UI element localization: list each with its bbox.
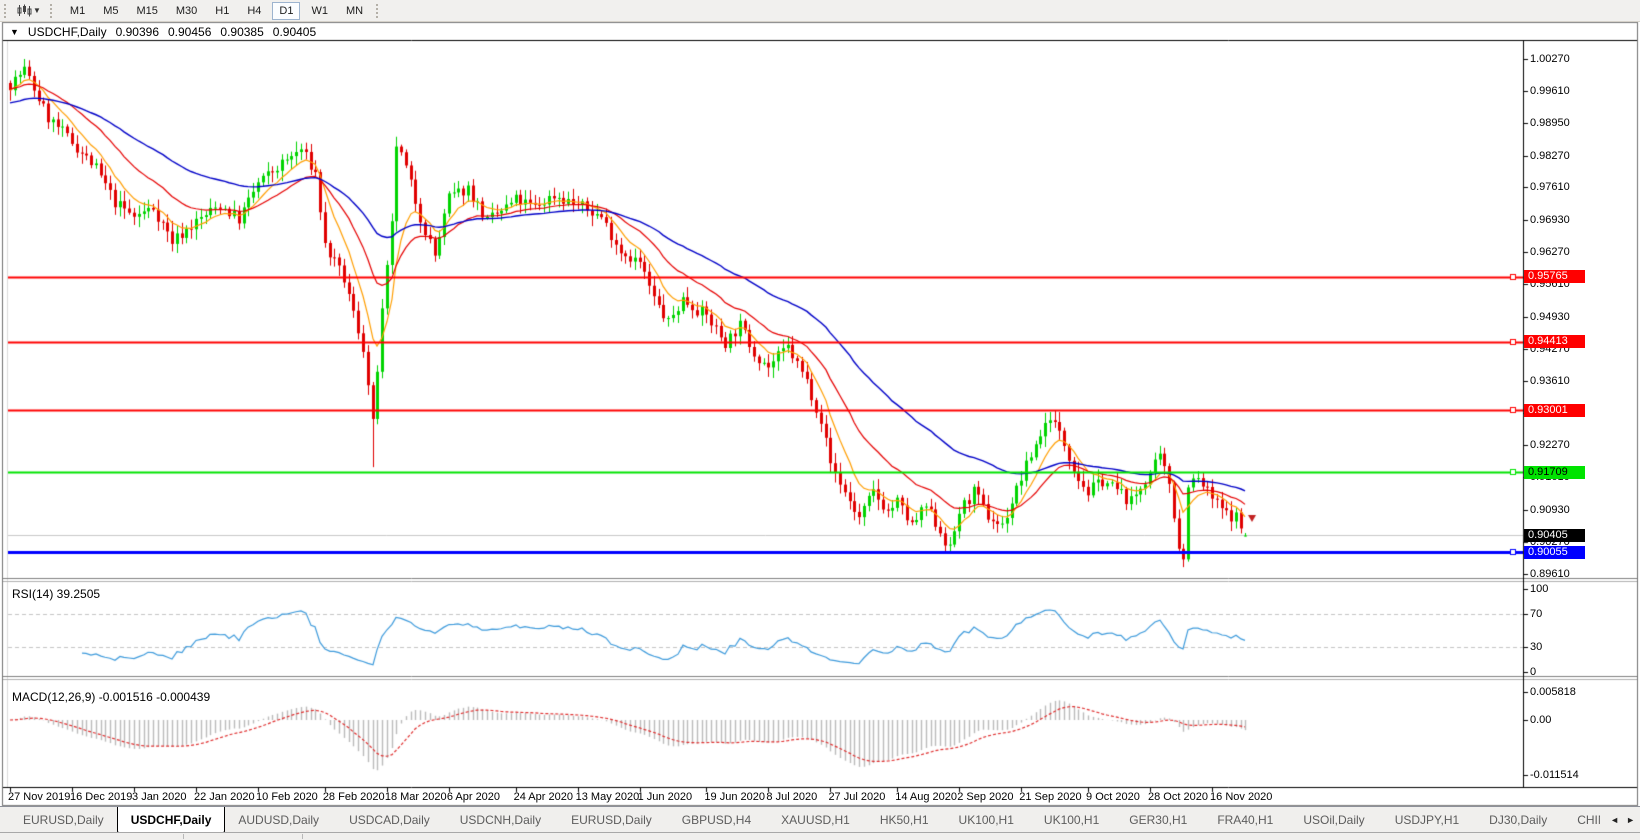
date-label: 19 Jun 2020 [704,791,765,803]
price-tick-label: 0.93610 [1530,375,1570,387]
macd-indicator-label: MACD(12,26,9) -0.001516 -0.000439 [12,690,210,704]
date-label: 2 Sep 2020 [957,791,1013,803]
date-label: 9 Oct 2020 [1086,791,1140,803]
timeframe-button-m15[interactable]: M15 [129,2,164,20]
price-tick-label: 0.94930 [1530,311,1570,323]
chart-tab-fra40-h1[interactable]: FRA40,H1 [1204,807,1286,833]
date-label: 10 Feb 2020 [256,791,318,803]
candlestick-chart-icon [17,4,32,17]
timeframe-button-m30[interactable]: M30 [169,2,204,20]
ohlc-close: 0.90405 [273,25,316,39]
ohlc-open: 0.90396 [116,25,159,39]
chart-tab-dj30-daily[interactable]: DJ30,Daily [1476,807,1560,833]
hline-price-badge: 0.90055 [1524,546,1585,559]
date-label: 24 Apr 2020 [514,791,573,803]
hline-price-badge: 0.93001 [1524,404,1585,417]
chevron-down-icon: ▼ [33,6,41,15]
date-label: 28 Feb 2020 [323,791,385,803]
timeframe-toolbar: ▼ M1 M5 M15 M30 H1 H4 D1 W1 MN [0,0,1640,22]
date-label: 8 Jul 2020 [766,791,817,803]
current-price-badge: 0.90405 [1524,529,1585,542]
rsi-scale-label: 70 [1530,608,1542,620]
hline-price-badge: 0.95765 [1524,270,1585,283]
price-tick-label: 0.96270 [1530,246,1570,258]
price-tick-label: 0.97610 [1530,181,1570,193]
chart-tab-usoil-daily[interactable]: USOil,Daily [1290,807,1377,833]
chart-title: ▼ USDCHF,Daily 0.90396 0.90456 0.90385 0… [10,25,316,39]
chart-tab-uk100-h1[interactable]: UK100,H1 [946,807,1027,833]
date-label: 18 Mar 2020 [385,791,447,803]
symbol-dropdown-caret[interactable]: ▼ [10,27,19,37]
timeframe-button-m1[interactable]: M1 [63,2,92,20]
price-tick-label: 0.92270 [1530,439,1570,451]
date-label: 27 Jul 2020 [828,791,885,803]
date-label: 1 Jun 2020 [638,791,692,803]
timeframe-button-mn[interactable]: MN [339,2,370,20]
chart-tab-china300-h1[interactable]: CHINA300,H1 [1564,807,1600,833]
ohlc-low: 0.90385 [220,25,263,39]
price-tick-label: 0.96930 [1530,214,1570,226]
symbol-tab-bar: EURUSD,DailyUSDCHF,DailyAUDUSD,DailyUSDC… [0,806,1640,833]
chart-tab-xauusd-h1[interactable]: XAUUSD,H1 [768,807,863,833]
date-label: 16 Dec 2019 [70,791,132,803]
chart-tab-eurusd-daily[interactable]: EURUSD,Daily [10,807,117,833]
price-tick-label: 1.00270 [1530,53,1570,65]
date-label: 6 Apr 2020 [447,791,500,803]
chart-tab-usdchf-daily[interactable]: USDCHF,Daily [117,807,226,833]
rsi-scale-label: 0 [1530,666,1536,678]
tabs-scroll-right-icon[interactable]: ► [1626,815,1635,825]
date-label: 3 Jan 2020 [132,791,186,803]
rsi-scale-label: 30 [1530,641,1542,653]
status-bar-divider [183,834,184,839]
chart-symbol-label: USDCHF,Daily [28,25,107,39]
chart-tab-gbpusd-h4[interactable]: GBPUSD,H4 [669,807,764,833]
date-label: 14 Aug 2020 [895,791,957,803]
date-label: 27 Nov 2019 [8,791,70,803]
price-tick-label: 0.98270 [1530,150,1570,162]
chart-tab-hk50-h1[interactable]: HK50,H1 [867,807,942,833]
rsi-scale-label: 100 [1530,583,1548,595]
ohlc-high: 0.90456 [168,25,211,39]
hline-price-badge: 0.94413 [1524,335,1585,348]
macd-scale-label: 0.005818 [1530,686,1576,698]
date-label: 28 Oct 2020 [1148,791,1208,803]
chart-canvas[interactable] [0,0,1640,839]
timeframe-button-h4[interactable]: H4 [240,2,268,20]
timeframe-button-d1[interactable]: D1 [272,2,300,20]
hline-price-badge: 0.91709 [1524,466,1585,479]
rsi-indicator-label: RSI(14) 39.2505 [12,587,100,601]
price-tick-label: 0.89610 [1530,568,1570,580]
toolbar-grip[interactable] [376,4,382,18]
tabs-scroll-left-icon[interactable]: ◄ [1610,815,1619,825]
timeframe-button-w1[interactable]: W1 [304,2,335,20]
price-tick-label: 0.90930 [1530,504,1570,516]
price-tick-label: 0.98950 [1530,117,1570,129]
price-tick-label: 0.99610 [1530,85,1570,97]
chart-tab-uk100-h1[interactable]: UK100,H1 [1031,807,1112,833]
status-bar-divider [302,834,303,839]
toolbar-grip[interactable] [50,4,56,18]
date-label: 21 Sep 2020 [1019,791,1081,803]
chart-tab-eurusd-daily[interactable]: EURUSD,Daily [558,807,665,833]
chart-tab-usdcnh-daily[interactable]: USDCNH,Daily [447,807,554,833]
toolbar-grip[interactable] [4,4,10,18]
timeframe-button-h1[interactable]: H1 [208,2,236,20]
chart-tab-usdjpy-h1[interactable]: USDJPY,H1 [1382,807,1472,833]
chart-tab-ger30-h1[interactable]: GER30,H1 [1116,807,1200,833]
date-label: 13 May 2020 [576,791,640,803]
macd-scale-label: 0.00 [1530,714,1551,726]
macd-scale-label: -0.011514 [1530,769,1579,781]
timeframe-button-m5[interactable]: M5 [96,2,125,20]
chart-tab-audusd-daily[interactable]: AUDUSD,Daily [225,807,332,833]
date-label: 16 Nov 2020 [1210,791,1272,803]
date-label: 22 Jan 2020 [194,791,255,803]
chart-type-button[interactable]: ▼ [15,3,46,18]
chart-tab-usdcad-daily[interactable]: USDCAD,Daily [336,807,443,833]
